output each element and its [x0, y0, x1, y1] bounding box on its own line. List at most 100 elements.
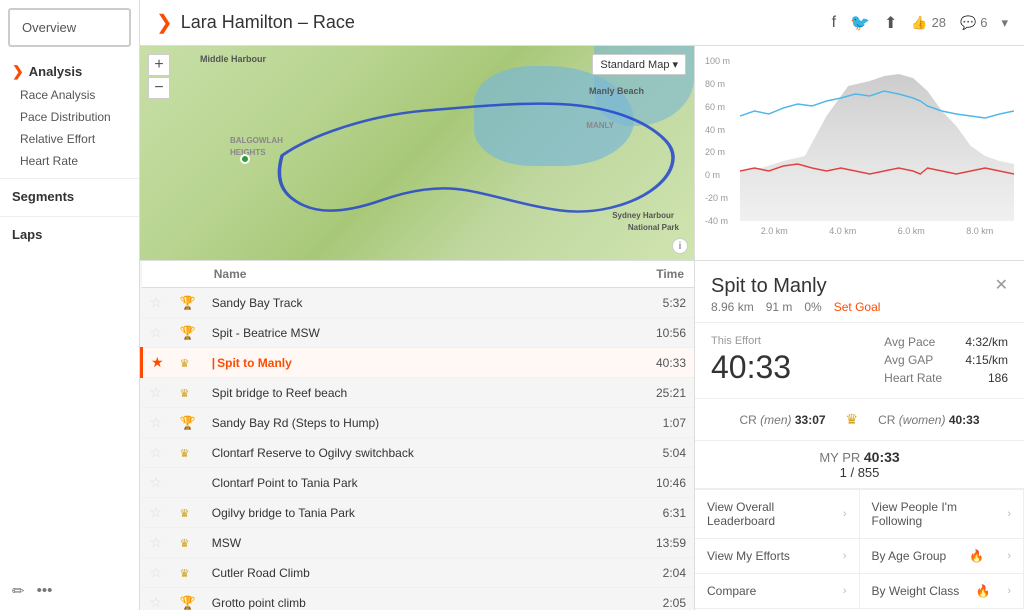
heart-rate-value: 186	[988, 371, 1008, 385]
star-button[interactable]: ☆	[150, 504, 163, 520]
star-cell: ★	[142, 348, 172, 378]
star-button[interactable]: ☆	[150, 384, 163, 400]
chevron-right-icon: ›	[843, 550, 847, 562]
time-cell: 2:05	[606, 588, 694, 610]
star-button[interactable]: ☆	[150, 294, 163, 310]
segment-detail-info: Spit to Manly 8.96 km 91 m 0% Set Goal	[711, 275, 880, 314]
more-options-button[interactable]: •••	[37, 582, 53, 600]
close-button[interactable]: ✕	[995, 275, 1008, 295]
facebook-icon[interactable]: f	[832, 14, 836, 32]
trophy-gold-icon: 🏆	[180, 325, 196, 340]
table-row[interactable]: ☆ ♛ Clontarf Reserve to Ogilvy switchbac…	[142, 438, 695, 468]
view-leaderboard-link[interactable]: View Overall Leaderboard ›	[695, 490, 860, 539]
star-button[interactable]: ☆	[150, 534, 163, 550]
chart-y-100: 100 m	[705, 56, 740, 66]
effort-time: 40:33	[711, 349, 791, 386]
star-button[interactable]: ☆	[150, 324, 163, 340]
star-cell: ☆	[142, 288, 172, 318]
chart-y-0: 0 m	[705, 170, 740, 180]
segment-detail-header: Spit to Manly 8.96 km 91 m 0% Set Goal ✕	[695, 261, 1024, 323]
like-button[interactable]: 👍 28	[911, 15, 946, 31]
heart-rate-stat: Heart Rate 186	[884, 371, 1008, 385]
sidebar-item-relative-effort[interactable]: Relative Effort	[0, 128, 139, 150]
comment-count: 6	[980, 15, 987, 30]
table-row[interactable]: ☆ 🏆 Sandy Bay Rd (Steps to Hump) 1:07	[142, 408, 695, 438]
trophy-gold-icon: 🏆	[180, 595, 196, 610]
star-button[interactable]: ☆	[150, 444, 163, 460]
segment-effort: This Effort 40:33 Avg Pace 4:32/km Avg G…	[695, 323, 1024, 399]
segment-name-text: MSW	[212, 536, 241, 550]
avg-gap-label: Avg GAP	[884, 353, 933, 367]
sidebar-laps[interactable]: Laps	[0, 216, 139, 250]
table-row[interactable]: ☆ ♛ Cutler Road Climb 2:04	[142, 558, 695, 588]
star-cell: ☆	[142, 318, 172, 348]
table-row[interactable]: ☆ ♛ Ogilvy bridge to Tania Park 6:31	[142, 498, 695, 528]
map-info-button[interactable]: i	[672, 238, 688, 254]
table-row[interactable]: ☆ 🏆 Spit - Beatrice MSW 10:56	[142, 318, 695, 348]
table-row[interactable]: ☆ 🏆 Sandy Bay Track 5:32	[142, 288, 695, 318]
page-header: ❯ Lara Hamilton – Race f 🐦 ⬆ 👍 28 💬 6 ▾	[140, 0, 1024, 46]
comment-button[interactable]: 💬 6	[960, 15, 987, 31]
map-type-chevron-icon: ▾	[672, 58, 678, 71]
sidebar-item-race-analysis[interactable]: Race Analysis	[0, 84, 139, 106]
cr-women: CR (women) 40:33	[878, 413, 979, 427]
compare-link[interactable]: Compare ›	[695, 574, 860, 609]
sidebar-overview[interactable]: Overview	[8, 8, 131, 47]
sidebar-actions: ✏ •••	[0, 572, 139, 610]
rank-block: 1 / 855	[711, 465, 1008, 480]
chevron-right-icon: ›	[843, 508, 847, 520]
set-goal-link[interactable]: Set Goal	[834, 300, 881, 314]
col-time: Time	[606, 261, 694, 288]
map-controls: + −	[148, 54, 170, 99]
star-button[interactable]: ☆	[150, 474, 163, 490]
chart-y-20: 20 m	[705, 147, 740, 157]
sidebar-item-heart-rate[interactable]: Heart Rate	[0, 150, 139, 172]
share-icon[interactable]: ⬆	[884, 13, 897, 33]
table-row[interactable]: ☆ 🏆 Grotto point climb 2:05	[142, 588, 695, 610]
table-row[interactable]: ☆ ♛ Spit bridge to Reef beach 25:21	[142, 378, 695, 408]
star-button[interactable]: ☆	[150, 564, 163, 580]
time-cell: 2:04	[606, 558, 694, 588]
chart-y-minus20: -20 m	[705, 193, 740, 203]
star-button[interactable]: ★	[151, 354, 164, 370]
name-cell: Sandy Bay Rd (Steps to Hump)	[204, 408, 606, 438]
trophy-crown-icon: ♛	[180, 538, 190, 550]
star-button[interactable]: ☆	[150, 414, 163, 430]
table-row[interactable]: ★ ♛ |Spit to Manly 40:33	[142, 348, 695, 378]
weight-class-badge-icon: 🔥	[976, 584, 991, 598]
view-following-link[interactable]: View People I'm Following ›	[860, 490, 1024, 539]
chart-x-6km: 6.0 km	[898, 226, 925, 236]
page-title: ❯ Lara Hamilton – Race	[156, 10, 355, 35]
analysis-label: Analysis	[29, 64, 82, 79]
edit-button[interactable]: ✏	[12, 582, 25, 600]
map-zoom-in-button[interactable]: +	[148, 54, 170, 76]
name-cell: Spit - Beatrice MSW	[204, 318, 606, 348]
twitter-icon[interactable]: 🐦	[850, 13, 870, 33]
segment-name-text: Clontarf Reserve to Ogilvy switchback	[212, 446, 414, 460]
header-actions: f 🐦 ⬆ 👍 28 💬 6 ▾	[832, 13, 1008, 33]
sidebar-segments[interactable]: Segments	[0, 178, 139, 212]
segment-name-text: Sandy Bay Rd (Steps to Hump)	[212, 416, 379, 430]
star-cell: ☆	[142, 588, 172, 610]
star-cell: ☆	[142, 438, 172, 468]
table-row[interactable]: ☆ Clontarf Point to Tania Park 10:46	[142, 468, 695, 498]
by-weight-class-link[interactable]: By Weight Class 🔥 ›	[860, 574, 1024, 609]
trophy-crown-icon: ♛	[180, 508, 190, 520]
view-efforts-link[interactable]: View My Efforts ›	[695, 539, 860, 574]
by-age-group-link[interactable]: By Age Group 🔥 ›	[860, 539, 1024, 574]
map-zoom-out-button[interactable]: −	[148, 77, 170, 99]
heart-rate-label: Heart Rate	[884, 371, 942, 385]
trophy-crown-icon: ♛	[180, 388, 190, 400]
star-button[interactable]: ☆	[150, 594, 163, 610]
segment-name-text: Cutler Road Climb	[212, 566, 310, 580]
dropdown-button[interactable]: ▾	[1001, 15, 1008, 31]
sidebar-item-pace-distribution[interactable]: Pace Distribution	[0, 106, 139, 128]
content-area: Middle Harbour Manly Beach BALGOWLAH HEI…	[140, 46, 1024, 610]
cr-men-gender: (men)	[760, 413, 791, 427]
segments-table: Name Time ☆ 🏆 Sandy Bay Track 5:32 ☆ 🏆 S…	[140, 261, 694, 610]
map-type-button[interactable]: Standard Map ▾	[592, 54, 686, 75]
strava-chevron-icon: ❯	[12, 63, 24, 80]
star-cell: ☆	[142, 528, 172, 558]
table-row[interactable]: ☆ ♛ MSW 13:59	[142, 528, 695, 558]
trophy-cell: ♛	[172, 348, 204, 378]
